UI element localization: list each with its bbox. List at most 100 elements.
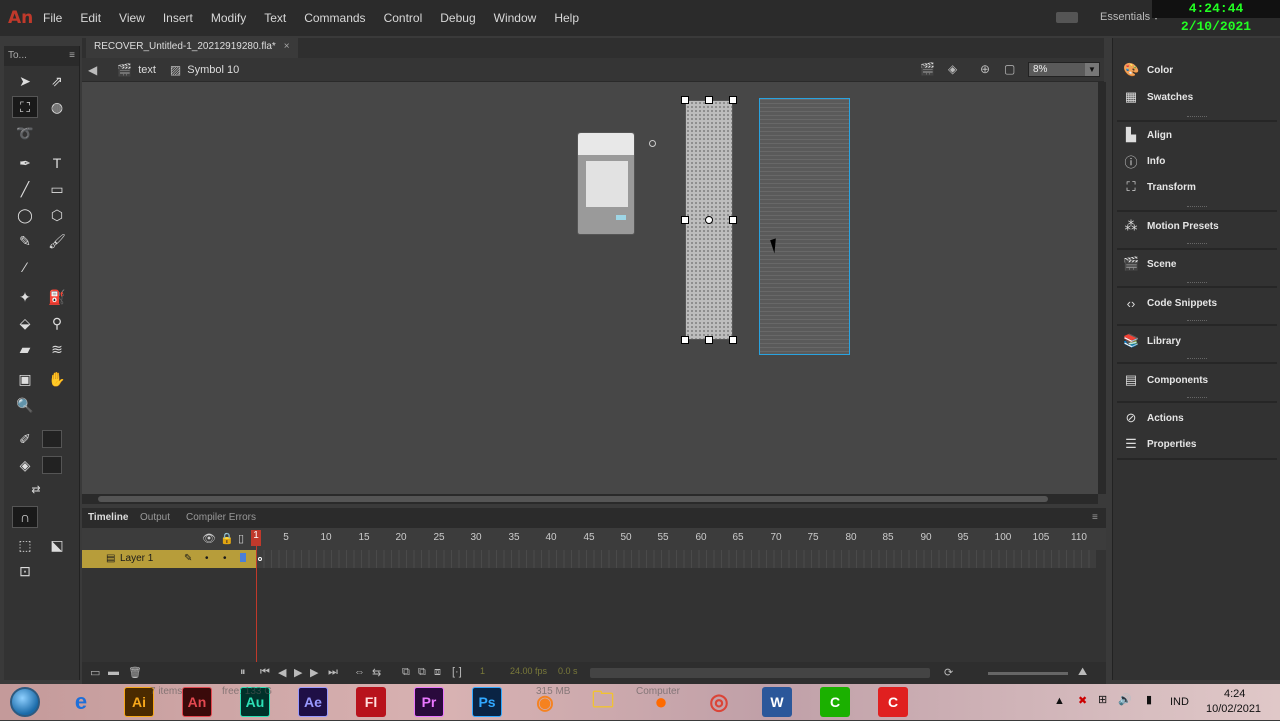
transform-handle[interactable]: [705, 96, 713, 104]
panel-grip[interactable]: [1187, 206, 1207, 208]
new-layer-icon[interactable]: ▭: [90, 666, 100, 679]
transform-handle[interactable]: [705, 336, 713, 344]
volume-icon[interactable]: 🔊: [1118, 693, 1132, 706]
selection-tool-icon[interactable]: ➤: [12, 70, 38, 92]
panel-grip[interactable]: [1187, 243, 1207, 245]
current-frame-readout[interactable]: 1: [480, 666, 485, 676]
transform-center-point[interactable]: [705, 216, 713, 224]
mountains-icon[interactable]: ⛰: [1078, 666, 1087, 679]
panel-color[interactable]: 🎨 Color: [1113, 57, 1280, 83]
device-graphic[interactable]: [577, 132, 635, 235]
pause-icon[interactable]: ⏸: [240, 666, 246, 679]
transform-handle[interactable]: [729, 216, 737, 224]
fill-color-swatch[interactable]: [42, 456, 62, 474]
frame-rate-readout[interactable]: 24.00 fps: [510, 666, 547, 676]
layer-color-box[interactable]: [240, 553, 246, 562]
panel-menu-icon[interactable]: ≡: [69, 50, 75, 62]
width-tool-icon[interactable]: ≋: [44, 338, 70, 360]
workspace-switcher[interactable]: Essentials ▾: [1100, 10, 1159, 23]
windows-icon[interactable]: ⊞: [1098, 693, 1107, 706]
panel-grip[interactable]: [1187, 116, 1207, 118]
camera-tool-icon[interactable]: ▣: [12, 368, 38, 390]
edit-symbols-icon[interactable]: ◈: [948, 62, 957, 76]
new-folder-icon[interactable]: ▬: [108, 666, 119, 678]
timeline-hscrollbar[interactable]: [590, 668, 930, 678]
transform-handle[interactable]: [729, 336, 737, 344]
panel-library[interactable]: 📚 Library: [1113, 328, 1280, 354]
panel-grip[interactable]: [1187, 397, 1207, 399]
onion-skin-icon[interactable]: ⧉: [402, 666, 410, 679]
stage-canvas[interactable]: [82, 82, 1098, 494]
taskbar-app-flash[interactable]: Fl: [356, 687, 386, 717]
language-indicator[interactable]: IND: [1170, 696, 1189, 708]
play-icon[interactable]: ▶: [294, 666, 302, 679]
paint-bucket-tool-icon[interactable]: ⛽: [44, 286, 70, 308]
paint-brush-tool-icon[interactable]: ⁄: [12, 256, 38, 278]
menu-view[interactable]: View: [110, 11, 154, 25]
playhead[interactable]: [256, 530, 257, 676]
step-forward-icon[interactable]: ▶: [310, 666, 318, 679]
smooth-icon[interactable]: ⬚: [12, 534, 38, 556]
panel-swatches[interactable]: ▦ Swatches: [1113, 84, 1280, 110]
menu-insert[interactable]: Insert: [154, 11, 202, 25]
scale-icon[interactable]: ⊡: [12, 560, 38, 582]
menu-modify[interactable]: Modify: [202, 11, 255, 25]
camtasia-green-icon[interactable]: C: [820, 687, 850, 717]
menu-commands[interactable]: Commands: [295, 11, 374, 25]
sync-settings-button[interactable]: [1056, 12, 1078, 23]
elapsed-time-readout[interactable]: 0.0 s: [558, 666, 578, 676]
frame-size-slider[interactable]: [988, 672, 1068, 675]
menu-text[interactable]: Text: [255, 11, 295, 25]
edit-multiple-frames-icon[interactable]: ⧈: [434, 666, 441, 679]
panel-grip[interactable]: [1187, 282, 1207, 284]
panel-info[interactable]: ⓘ Info: [1113, 148, 1280, 174]
center-frame-icon[interactable]: ⇆: [372, 666, 381, 679]
subselection-tool-icon[interactable]: ⇗: [44, 70, 70, 92]
stage-vertical-scrollbar[interactable]: [1098, 82, 1106, 494]
stroke-color-swatch[interactable]: [42, 430, 62, 448]
taskbar-app-premiere[interactable]: Pr: [414, 687, 444, 717]
keyframe[interactable]: [258, 557, 262, 561]
snap-to-objects-icon[interactable]: ∩: [12, 506, 38, 528]
panel-code-snippets[interactable]: ‹› Code Snippets: [1113, 290, 1280, 316]
ink-bottle-tool-icon[interactable]: ⬙: [12, 312, 38, 334]
panel-align[interactable]: ▙ Align: [1113, 122, 1280, 148]
pencil-tool-icon[interactable]: ✎: [12, 230, 38, 252]
refresh-icon[interactable]: ⟳: [944, 666, 953, 679]
taskbar-app-after-effects[interactable]: Ae: [298, 687, 328, 717]
breadcrumb-scene[interactable]: 🎬 text: [111, 63, 156, 77]
battery-icon[interactable]: ▮: [1146, 693, 1152, 706]
layer-name[interactable]: Layer 1: [120, 553, 153, 564]
fill-color-icon[interactable]: ◈: [16, 454, 34, 476]
zoom-select[interactable]: 8% ▼: [1028, 62, 1100, 77]
pen-tool-icon[interactable]: ✒: [12, 152, 38, 174]
brush-tool-icon[interactable]: 🖌: [44, 230, 70, 252]
clip-stage-icon[interactable]: ▢: [1004, 62, 1015, 76]
onion-markers-icon[interactable]: [·]: [452, 666, 462, 678]
panel-components[interactable]: ▤ Components: [1113, 367, 1280, 393]
bone-tool-icon[interactable]: ✦: [12, 286, 38, 308]
free-transform-tool-icon[interactable]: ⛶: [12, 96, 38, 118]
scrollbar-thumb[interactable]: [98, 496, 1048, 502]
lock-icon[interactable]: 🔒: [220, 532, 234, 545]
menu-debug[interactable]: Debug: [431, 11, 484, 25]
word-icon[interactable]: W: [762, 687, 792, 717]
playhead-marker[interactable]: 1: [251, 530, 261, 546]
close-tab-icon[interactable]: ×: [284, 41, 290, 52]
eyedropper-tool-icon[interactable]: ⚲: [44, 312, 70, 334]
selected-text-panel[interactable]: [759, 98, 850, 355]
panel-scene[interactable]: 🎬 Scene: [1113, 251, 1280, 277]
eraser-tool-icon[interactable]: ▰: [12, 338, 38, 360]
center-stage-icon[interactable]: ⊕: [980, 62, 990, 76]
chrome-icon[interactable]: ◎: [704, 687, 734, 717]
stage-horizontal-scrollbar[interactable]: [82, 494, 1098, 504]
loop-icon[interactable]: ⇔: [354, 666, 365, 678]
edit-scene-icon[interactable]: 🎬: [920, 62, 935, 76]
tab-output[interactable]: Output: [140, 512, 170, 523]
back-arrow-icon[interactable]: ◀: [88, 63, 97, 77]
last-frame-icon[interactable]: ⏭: [328, 666, 338, 679]
internet-explorer-icon[interactable]: e: [66, 687, 96, 717]
oval-tool-icon[interactable]: ◯: [12, 204, 38, 226]
hand-tool-icon[interactable]: ✋: [44, 368, 70, 390]
panel-properties[interactable]: ☰ Properties: [1113, 431, 1280, 457]
